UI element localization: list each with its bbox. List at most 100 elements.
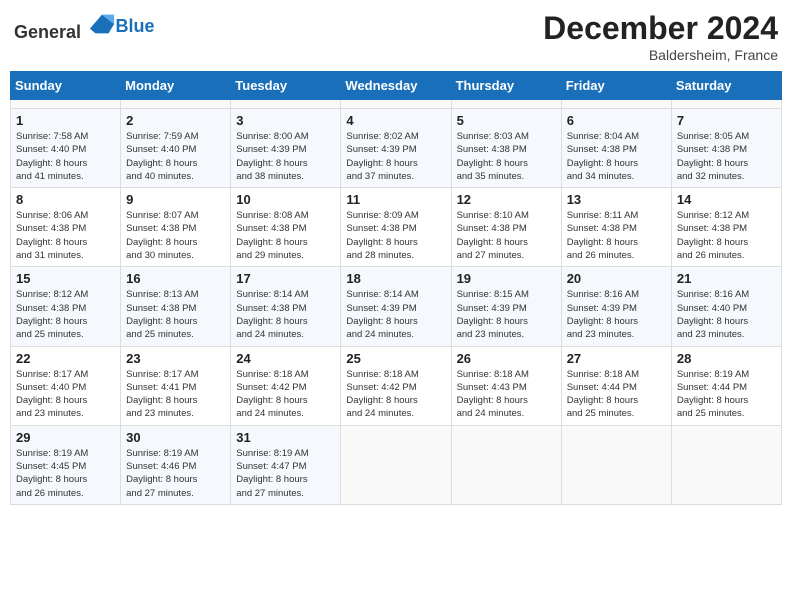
calendar-cell <box>561 425 671 504</box>
day-number: 26 <box>457 351 556 366</box>
cell-content: Sunrise: 8:11 AM Sunset: 4:38 PM Dayligh… <box>567 209 666 262</box>
calendar-cell <box>671 425 781 504</box>
day-number: 10 <box>236 192 335 207</box>
calendar-cell: 19Sunrise: 8:15 AM Sunset: 4:39 PM Dayli… <box>451 267 561 346</box>
day-number: 1 <box>16 113 115 128</box>
day-header-friday: Friday <box>561 72 671 100</box>
cell-content: Sunrise: 8:04 AM Sunset: 4:38 PM Dayligh… <box>567 130 666 183</box>
calendar-week-row: 1Sunrise: 7:58 AM Sunset: 4:40 PM Daylig… <box>11 109 782 188</box>
cell-content: Sunrise: 8:18 AM Sunset: 4:44 PM Dayligh… <box>567 368 666 421</box>
day-number: 8 <box>16 192 115 207</box>
calendar-week-row <box>11 100 782 109</box>
month-title: December 2024 <box>543 10 778 47</box>
calendar-week-row: 15 Sunrise: 8:12 AM Sunset: 4:38 PM Dayli… <box>11 267 782 346</box>
logo: General Blue <box>14 10 155 43</box>
cell-content: Sunrise: 8:16 AM Sunset: 4:39 PM Dayligh… <box>567 288 666 341</box>
calendar-cell: 26 Sunrise: 8:18 AM Sunset: 4:43 PM Dayli… <box>451 346 561 425</box>
cell-content: Sunrise: 8:18 AM Sunset: 4:42 PM Dayligh… <box>346 368 445 421</box>
logo-general-text: General <box>14 22 81 42</box>
cell-content: Sunrise: 8:16 AM Sunset: 4:40 PM Dayligh… <box>677 288 776 341</box>
calendar-cell <box>341 425 451 504</box>
calendar-cell <box>451 425 561 504</box>
day-number: 14 <box>677 192 776 207</box>
cell-content: Sunrise: 8:19 AM Sunset: 4:47 PM Dayligh… <box>236 447 335 500</box>
calendar-cell: 29Sunrise: 8:19 AM Sunset: 4:45 PM Dayli… <box>11 425 121 504</box>
day-number: 20 <box>567 271 666 286</box>
calendar-cell: 12Sunrise: 8:10 AM Sunset: 4:38 PM Dayli… <box>451 188 561 267</box>
day-header-sunday: Sunday <box>11 72 121 100</box>
day-number: 11 <box>346 192 445 207</box>
cell-content: Sunrise: 8:18 AM Sunset: 4:43 PM Dayligh… <box>457 368 556 421</box>
cell-content: Sunrise: 8:10 AM Sunset: 4:38 PM Dayligh… <box>457 209 556 262</box>
calendar-cell: 9Sunrise: 8:07 AM Sunset: 4:38 PM Daylig… <box>121 188 231 267</box>
calendar-cell: 7 Sunrise: 8:05 AM Sunset: 4:38 PM Daylig… <box>671 109 781 188</box>
calendar-week-row: 29Sunrise: 8:19 AM Sunset: 4:45 PM Dayli… <box>11 425 782 504</box>
day-number: 29 <box>16 430 115 445</box>
day-number: 5 <box>457 113 556 128</box>
calendar-cell: 11 Sunrise: 8:09 AM Sunset: 4:38 PM Dayli… <box>341 188 451 267</box>
calendar-cell: 5 Sunrise: 8:03 AM Sunset: 4:38 PM Daylig… <box>451 109 561 188</box>
day-number: 25 <box>346 351 445 366</box>
calendar-cell: 28 Sunrise: 8:19 AM Sunset: 4:44 PM Dayli… <box>671 346 781 425</box>
day-number: 15 <box>16 271 115 286</box>
day-number: 21 <box>677 271 776 286</box>
calendar-cell: 18Sunrise: 8:14 AM Sunset: 4:39 PM Dayli… <box>341 267 451 346</box>
calendar-cell: 23 Sunrise: 8:17 AM Sunset: 4:41 PM Dayli… <box>121 346 231 425</box>
location-label: Baldersheim, France <box>543 47 778 63</box>
calendar-cell: 2 Sunrise: 7:59 AM Sunset: 4:40 PM Daylig… <box>121 109 231 188</box>
calendar-header-row: SundayMondayTuesdayWednesdayThursdayFrid… <box>11 72 782 100</box>
calendar-cell: 3Sunrise: 8:00 AM Sunset: 4:39 PM Daylig… <box>231 109 341 188</box>
day-number: 9 <box>126 192 225 207</box>
day-header-tuesday: Tuesday <box>231 72 341 100</box>
cell-content: Sunrise: 8:15 AM Sunset: 4:39 PM Dayligh… <box>457 288 556 341</box>
calendar-cell: 15 Sunrise: 8:12 AM Sunset: 4:38 PM Dayli… <box>11 267 121 346</box>
calendar-cell: 13 Sunrise: 8:11 AM Sunset: 4:38 PM Dayli… <box>561 188 671 267</box>
day-header-thursday: Thursday <box>451 72 561 100</box>
cell-content: Sunrise: 8:14 AM Sunset: 4:39 PM Dayligh… <box>346 288 445 341</box>
cell-content: Sunrise: 8:09 AM Sunset: 4:38 PM Dayligh… <box>346 209 445 262</box>
cell-content: Sunrise: 8:05 AM Sunset: 4:38 PM Dayligh… <box>677 130 776 183</box>
cell-content: Sunrise: 7:59 AM Sunset: 4:40 PM Dayligh… <box>126 130 225 183</box>
day-number: 2 <box>126 113 225 128</box>
calendar-cell: 22 Sunrise: 8:17 AM Sunset: 4:40 PM Dayli… <box>11 346 121 425</box>
page-header: General Blue December 2024 Baldersheim, … <box>10 10 782 63</box>
calendar-week-row: 8 Sunrise: 8:06 AM Sunset: 4:38 PM Daylig… <box>11 188 782 267</box>
day-number: 7 <box>677 113 776 128</box>
cell-content: Sunrise: 8:08 AM Sunset: 4:38 PM Dayligh… <box>236 209 335 262</box>
calendar-cell: 1Sunrise: 7:58 AM Sunset: 4:40 PM Daylig… <box>11 109 121 188</box>
calendar-cell: 20 Sunrise: 8:16 AM Sunset: 4:39 PM Dayli… <box>561 267 671 346</box>
cell-content: Sunrise: 8:13 AM Sunset: 4:38 PM Dayligh… <box>126 288 225 341</box>
day-header-monday: Monday <box>121 72 231 100</box>
calendar-cell: 21 Sunrise: 8:16 AM Sunset: 4:40 PM Dayli… <box>671 267 781 346</box>
calendar-cell <box>451 100 561 109</box>
calendar-cell: 4Sunrise: 8:02 AM Sunset: 4:39 PM Daylig… <box>341 109 451 188</box>
title-area: December 2024 Baldersheim, France <box>543 10 778 63</box>
calendar-cell: 14Sunrise: 8:12 AM Sunset: 4:38 PM Dayli… <box>671 188 781 267</box>
calendar-cell: 6 Sunrise: 8:04 AM Sunset: 4:38 PM Daylig… <box>561 109 671 188</box>
logo-icon <box>88 10 116 38</box>
calendar-table: SundayMondayTuesdayWednesdayThursdayFrid… <box>10 71 782 505</box>
calendar-cell: 25 Sunrise: 8:18 AM Sunset: 4:42 PM Dayli… <box>341 346 451 425</box>
cell-content: Sunrise: 8:03 AM Sunset: 4:38 PM Dayligh… <box>457 130 556 183</box>
day-number: 6 <box>567 113 666 128</box>
day-number: 30 <box>126 430 225 445</box>
cell-content: Sunrise: 8:12 AM Sunset: 4:38 PM Dayligh… <box>16 288 115 341</box>
cell-content: Sunrise: 8:06 AM Sunset: 4:38 PM Dayligh… <box>16 209 115 262</box>
calendar-week-row: 22 Sunrise: 8:17 AM Sunset: 4:40 PM Dayli… <box>11 346 782 425</box>
day-number: 23 <box>126 351 225 366</box>
cell-content: Sunrise: 8:17 AM Sunset: 4:41 PM Dayligh… <box>126 368 225 421</box>
calendar-cell: 10 Sunrise: 8:08 AM Sunset: 4:38 PM Dayli… <box>231 188 341 267</box>
calendar-cell: 30 Sunrise: 8:19 AM Sunset: 4:46 PM Dayli… <box>121 425 231 504</box>
day-number: 22 <box>16 351 115 366</box>
calendar-cell <box>671 100 781 109</box>
cell-content: Sunrise: 8:19 AM Sunset: 4:46 PM Dayligh… <box>126 447 225 500</box>
day-number: 13 <box>567 192 666 207</box>
day-number: 28 <box>677 351 776 366</box>
cell-content: Sunrise: 8:18 AM Sunset: 4:42 PM Dayligh… <box>236 368 335 421</box>
day-number: 27 <box>567 351 666 366</box>
cell-content: Sunrise: 8:17 AM Sunset: 4:40 PM Dayligh… <box>16 368 115 421</box>
day-number: 31 <box>236 430 335 445</box>
cell-content: Sunrise: 8:19 AM Sunset: 4:44 PM Dayligh… <box>677 368 776 421</box>
calendar-cell <box>231 100 341 109</box>
calendar-cell: 31 Sunrise: 8:19 AM Sunset: 4:47 PM Dayli… <box>231 425 341 504</box>
